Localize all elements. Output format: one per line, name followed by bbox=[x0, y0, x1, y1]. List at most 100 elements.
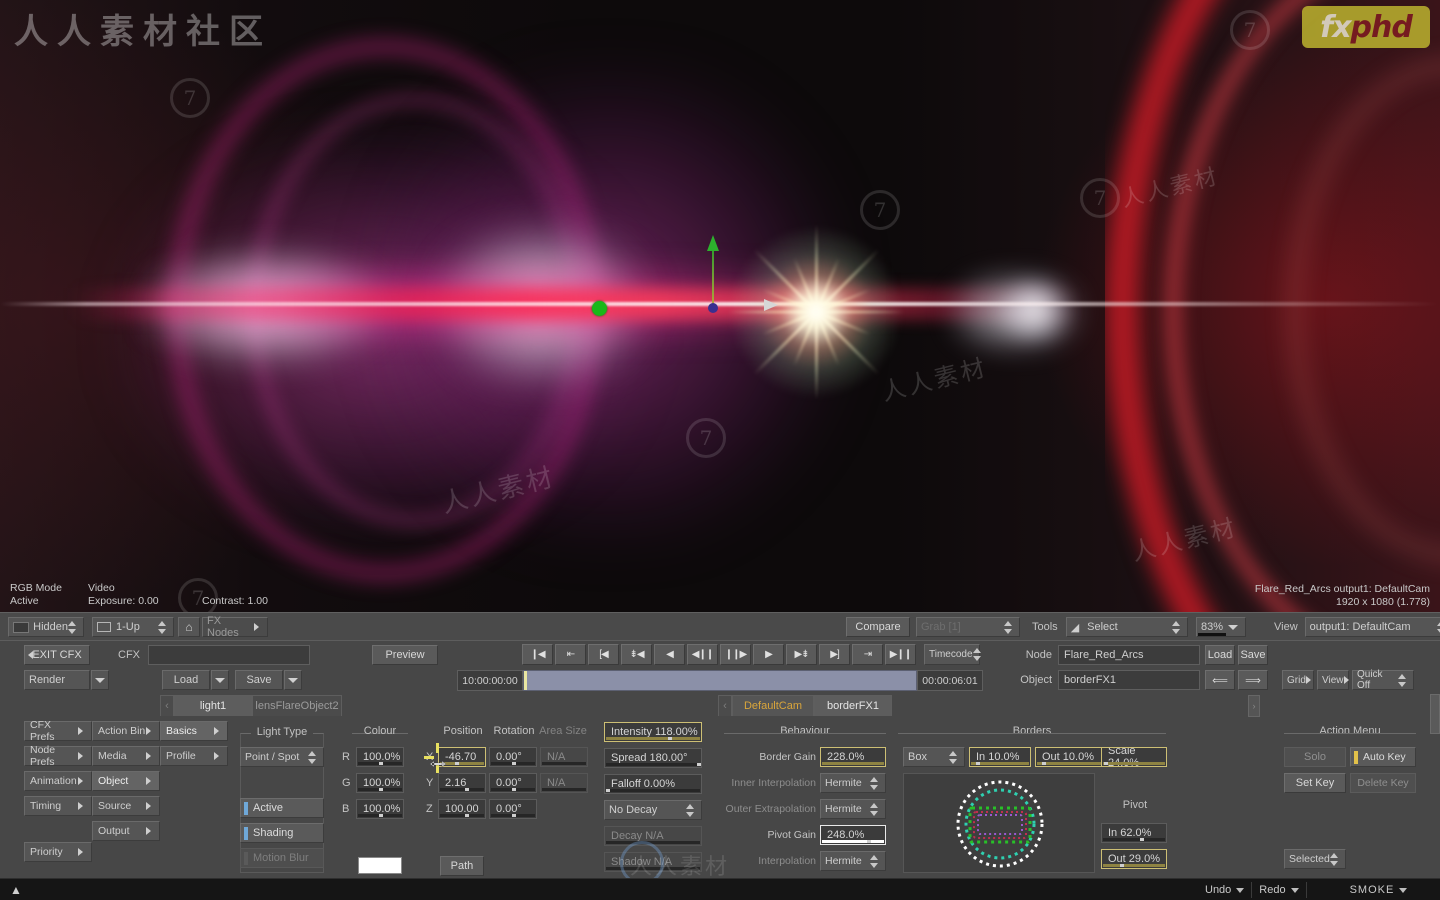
save-menu-arrow[interactable] bbox=[284, 670, 302, 690]
behaviour-dropdown-1[interactable]: Hermite bbox=[820, 773, 886, 793]
slider-knob[interactable] bbox=[512, 762, 516, 765]
node-name-input[interactable]: Flare_Red_Arcs bbox=[1058, 645, 1200, 665]
view-dropdown[interactable]: output1: DefaultCam bbox=[1304, 617, 1440, 637]
prev-keyframe-button[interactable]: ⇤ bbox=[555, 644, 586, 665]
redo-button[interactable]: Redo bbox=[1252, 882, 1307, 898]
slider-knob[interactable] bbox=[512, 788, 516, 791]
menu-item-basics[interactable]: Basics bbox=[160, 721, 228, 741]
load-button[interactable]: Load bbox=[162, 670, 210, 690]
border-in-knob[interactable] bbox=[976, 762, 980, 765]
grid-button[interactable]: Grid bbox=[1282, 670, 1314, 690]
transform-gizmo[interactable] bbox=[700, 235, 790, 320]
play-reverse-button[interactable]: ◀ bbox=[654, 644, 685, 665]
menu-item-object[interactable]: Object bbox=[92, 771, 160, 791]
tool-dropdown[interactable]: ◢ Select bbox=[1065, 617, 1188, 637]
panel-vertical-scrollbar[interactable] bbox=[1430, 694, 1440, 734]
transport-controls[interactable]: ❙◀ ⇤ [◀ ⇟◀ ◀ ◀❙❙ ❙❙▶ ▶ ▶⇟ ▶] ⇥ ▶❙❙ bbox=[522, 644, 916, 665]
menu-item-node-prefs[interactable]: Node Prefs bbox=[24, 744, 92, 768]
light-type-stepper[interactable] bbox=[308, 749, 317, 766]
layout-stepper[interactable] bbox=[158, 619, 167, 636]
tab-lensflareobject2[interactable]: lensFlareObject2 bbox=[252, 695, 342, 716]
fx-nodes-button[interactable]: FX Nodes bbox=[202, 615, 268, 639]
border-scale-slider[interactable]: Scale 24.0% bbox=[1101, 747, 1167, 767]
rotation-field-0[interactable]: 0.00° bbox=[489, 747, 537, 767]
cfx-name-input[interactable] bbox=[148, 645, 310, 665]
behaviour-field-0[interactable]: 228.0% bbox=[820, 747, 886, 767]
render-menu-arrow[interactable] bbox=[91, 670, 109, 690]
zoom-slider-track[interactable] bbox=[1198, 633, 1226, 636]
delete-key-button[interactable]: Delete Key bbox=[1350, 773, 1416, 793]
prev-mark-in-button[interactable]: [◀ bbox=[588, 644, 619, 665]
menu-item-animation[interactable]: Animation bbox=[24, 771, 92, 791]
go-to-start-button[interactable]: ❙◀ bbox=[522, 644, 553, 665]
auto-key-toggle[interactable]: Auto Key bbox=[1350, 747, 1416, 767]
rotation-field-2[interactable]: 0.00° bbox=[489, 799, 537, 819]
menu-column-basics[interactable]: Basics Profile bbox=[160, 721, 228, 771]
timecode-dropdown[interactable]: Timecode bbox=[924, 644, 982, 665]
layout-dropdown[interactable]: 1-Up bbox=[92, 617, 174, 637]
slider-knob[interactable] bbox=[379, 788, 383, 791]
save-button[interactable]: Save bbox=[235, 670, 283, 690]
load-menu-arrow[interactable] bbox=[211, 670, 229, 690]
slider-knob[interactable] bbox=[379, 762, 383, 765]
timeline-scrubber[interactable] bbox=[523, 670, 917, 691]
selected-dropdown[interactable]: Selected bbox=[1284, 849, 1346, 869]
cam-tab-scroll-left[interactable]: ‹ bbox=[718, 695, 732, 716]
expand-icon[interactable]: ▲ bbox=[8, 882, 24, 898]
solo-button[interactable]: Solo bbox=[1284, 747, 1346, 767]
slider-knob[interactable] bbox=[867, 840, 871, 843]
pivot-out-slider[interactable]: Out 29.0% bbox=[1101, 849, 1167, 869]
colour-g-field[interactable]: 100.0% bbox=[356, 773, 404, 793]
behaviour-field-3[interactable]: 248.0% bbox=[820, 825, 886, 845]
intensity-slider[interactable]: Intensity 118.00% bbox=[604, 722, 702, 742]
view-stepper[interactable] bbox=[1436, 619, 1440, 636]
menu-item-action-bin[interactable]: Action Bin bbox=[92, 721, 160, 741]
menu-column-object[interactable]: Action Bin Media Object Source Output bbox=[92, 721, 160, 846]
object-prev-button[interactable]: ⟸ bbox=[1205, 670, 1235, 690]
stepper[interactable] bbox=[870, 775, 879, 792]
falloff-slider[interactable]: Falloff 0.00% bbox=[604, 774, 702, 794]
timecode-stepper[interactable] bbox=[972, 646, 982, 663]
quick-stepper[interactable] bbox=[1398, 672, 1407, 689]
border-in-slider[interactable]: In 10.0% bbox=[969, 747, 1031, 767]
slider-knob[interactable] bbox=[512, 814, 516, 817]
next-keyframe-button[interactable]: ⇥ bbox=[852, 644, 883, 665]
preview-button[interactable]: Preview bbox=[372, 645, 438, 665]
slider-knob[interactable] bbox=[465, 788, 469, 791]
grab-stepper[interactable] bbox=[1004, 619, 1013, 636]
decay-stepper[interactable] bbox=[686, 802, 695, 819]
spread-slider[interactable]: Spread 180.00° bbox=[604, 748, 702, 768]
menu-item-cfx-prefs[interactable]: CFX Prefs bbox=[24, 719, 92, 743]
app-menu-button[interactable]: SMOKE bbox=[1343, 882, 1415, 898]
pivot-out-knob[interactable] bbox=[1120, 864, 1124, 867]
behaviour-dropdown-4[interactable]: Hermite bbox=[820, 851, 886, 871]
menu-item-timing[interactable]: Timing bbox=[24, 796, 92, 816]
render-dropdown[interactable]: Render bbox=[24, 670, 90, 690]
tool-stepper[interactable] bbox=[1171, 619, 1181, 636]
next-key-button[interactable]: ▶⇟ bbox=[786, 644, 817, 665]
view-menu-button[interactable]: View bbox=[1317, 670, 1349, 690]
zoom-dropdown[interactable]: 83% bbox=[1196, 617, 1246, 637]
quick-dropdown[interactable]: Quick Off bbox=[1352, 669, 1414, 691]
prev-key-button[interactable]: ⇟◀ bbox=[621, 644, 652, 665]
stepper[interactable] bbox=[870, 853, 879, 870]
border-preview-canvas[interactable] bbox=[903, 773, 1095, 873]
object-name-input[interactable]: borderFX1 bbox=[1058, 670, 1200, 690]
slider-knob[interactable] bbox=[455, 762, 459, 765]
menu-item-profile[interactable]: Profile bbox=[160, 746, 228, 766]
pivot-in-knob[interactable] bbox=[1140, 838, 1144, 841]
hidden-dropdown[interactable]: Hidden bbox=[8, 617, 84, 637]
tab-scroll-left[interactable]: ‹ bbox=[160, 695, 174, 716]
border-out-knob[interactable] bbox=[1042, 762, 1046, 765]
light-selection-handle[interactable] bbox=[592, 301, 607, 316]
node-save-button[interactable]: Save bbox=[1238, 645, 1268, 665]
timeline-start-timecode[interactable]: 10:00:00:00 bbox=[457, 670, 523, 691]
border-shape-stepper[interactable] bbox=[949, 749, 958, 766]
go-to-end-button[interactable]: ▶❙❙ bbox=[885, 644, 916, 665]
pivot-in-slider[interactable]: In 62.0% bbox=[1101, 823, 1167, 843]
play-forward-button[interactable]: ▶ bbox=[753, 644, 784, 665]
position-y-field[interactable]: 2.16 bbox=[438, 773, 486, 793]
border-shape-dropdown[interactable]: Box bbox=[903, 747, 965, 767]
grab-dropdown[interactable]: Grab [1] bbox=[916, 617, 1020, 637]
node-load-button[interactable]: Load bbox=[1205, 645, 1235, 665]
